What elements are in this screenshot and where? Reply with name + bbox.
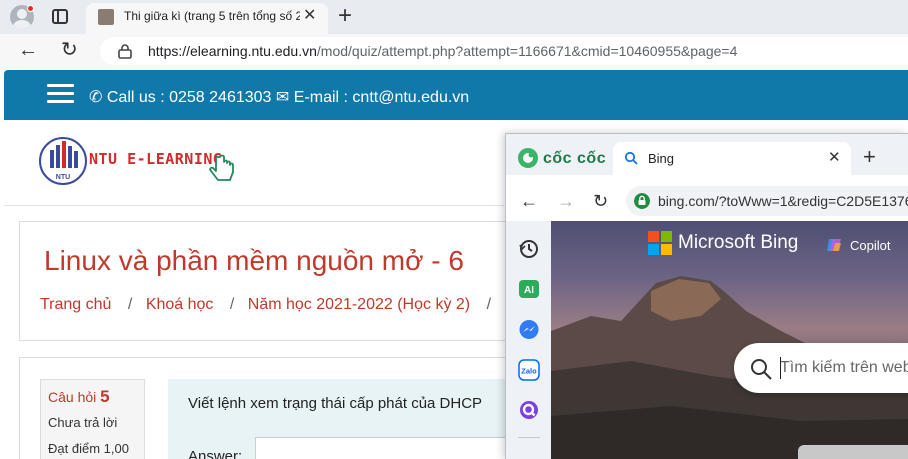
notification-dot	[27, 5, 34, 12]
copilot-icon[interactable]	[826, 237, 842, 253]
search-icon	[751, 359, 772, 380]
back-button[interactable]: ←	[18, 40, 38, 60]
question-text: Viết lệnh xem trạng thái cấp phát của DH…	[188, 395, 483, 412]
question-mark: Đạt điểm 1,00	[48, 441, 129, 456]
coccoc-reload-button[interactable]: ↻	[593, 192, 608, 210]
phone-icon: ✆	[89, 89, 107, 106]
microsoft-logo-icon[interactable]	[648, 231, 672, 255]
messenger-icon[interactable]	[518, 319, 540, 341]
secure-lock-icon[interactable]	[634, 193, 650, 209]
tab-title: Thi giữa kì (trang 5 trên tổng số 20)	[124, 9, 300, 23]
mail-icon: ✉	[275, 89, 294, 106]
history-icon[interactable]	[518, 238, 540, 260]
breadcrumb-courses[interactable]: Khoá học	[146, 296, 214, 313]
tab-actions-icon[interactable]	[52, 9, 68, 24]
course-title: Linux và phần mềm nguồn mở - 6	[44, 245, 464, 276]
breadcrumb-home[interactable]: Trang chủ	[40, 296, 111, 313]
header-divider	[4, 205, 504, 206]
coccoc-tab-close-icon[interactable]: ✕	[828, 150, 841, 165]
site-logo-text[interactable]: NTU E-LEARNING	[89, 150, 222, 168]
ai-assistant-icon[interactable]: AI	[518, 279, 540, 301]
svg-text:NTU: NTU	[56, 174, 70, 181]
coccoc-forward-button[interactable]: →	[557, 192, 575, 210]
url-text[interactable]: https://elearning.ntu.edu.vn/mod/quiz/at…	[148, 43, 737, 59]
sidebar-divider	[518, 437, 540, 438]
breadcrumb-separator: /	[486, 296, 492, 313]
question-label: Câu hỏi 5	[48, 387, 110, 406]
lock-icon[interactable]	[118, 43, 132, 59]
copilot-label[interactable]: Copilot	[850, 238, 890, 253]
contact-email: E-mail : cntt@ntu.edu.vn	[293, 89, 470, 106]
coccoc-logo-icon[interactable]	[517, 147, 539, 169]
tab-close-icon[interactable]: ✕	[303, 8, 316, 24]
mountain-landscape	[551, 276, 908, 459]
question-state: Chưa trả lời	[48, 415, 118, 430]
menu-hamburger-icon[interactable]	[47, 84, 74, 104]
bing-hero-image	[551, 221, 908, 459]
pointer-hand-icon	[209, 154, 234, 181]
new-tab-button[interactable]: +	[338, 4, 352, 28]
breadcrumb: Trang chủ / Khoá học / Năm học 2021-2022…	[40, 296, 500, 314]
breadcrumb-separator: /	[229, 296, 235, 313]
bing-logo-text[interactable]: Microsoft Bing	[678, 232, 798, 254]
coccoc-brand: cốc cốc	[543, 150, 607, 167]
reload-button[interactable]: ↻	[61, 40, 78, 60]
search-assistant-icon[interactable]	[518, 399, 540, 421]
coccoc-new-tab-button[interactable]: +	[863, 146, 876, 168]
coccoc-url-text[interactable]: bing.com/?toWww=1&redig=C2D5E1376	[658, 193, 908, 209]
search-icon	[624, 151, 638, 165]
bing-search-placeholder[interactable]: Tìm kiếm trên web	[780, 359, 908, 377]
tab-favicon-icon	[98, 9, 114, 25]
answer-label: Answer:	[188, 448, 243, 459]
question-number: 5	[100, 387, 110, 406]
text-caret	[780, 357, 781, 379]
svg-text:Zalo: Zalo	[521, 367, 537, 376]
contact-phone: Call us : 0258 2461303	[106, 89, 272, 106]
zalo-icon[interactable]: Zalo	[518, 359, 540, 381]
course-header-card	[19, 221, 509, 341]
bing-bottom-card[interactable]	[798, 445, 908, 459]
breadcrumb-separator: /	[127, 296, 133, 313]
svg-text:AI: AI	[524, 285, 534, 296]
coccoc-back-button[interactable]: ←	[520, 192, 538, 210]
contact-info: ✆ Call us : 0258 2461303 ✉ E-mail : cntt…	[89, 87, 469, 107]
answer-input[interactable]	[255, 437, 509, 459]
breadcrumb-year[interactable]: Năm học 2021-2022 (Học kỳ 2)	[248, 296, 470, 313]
coccoc-tab-title: Bing	[648, 151, 675, 166]
ntu-logo-icon[interactable]: NTU	[37, 136, 89, 186]
